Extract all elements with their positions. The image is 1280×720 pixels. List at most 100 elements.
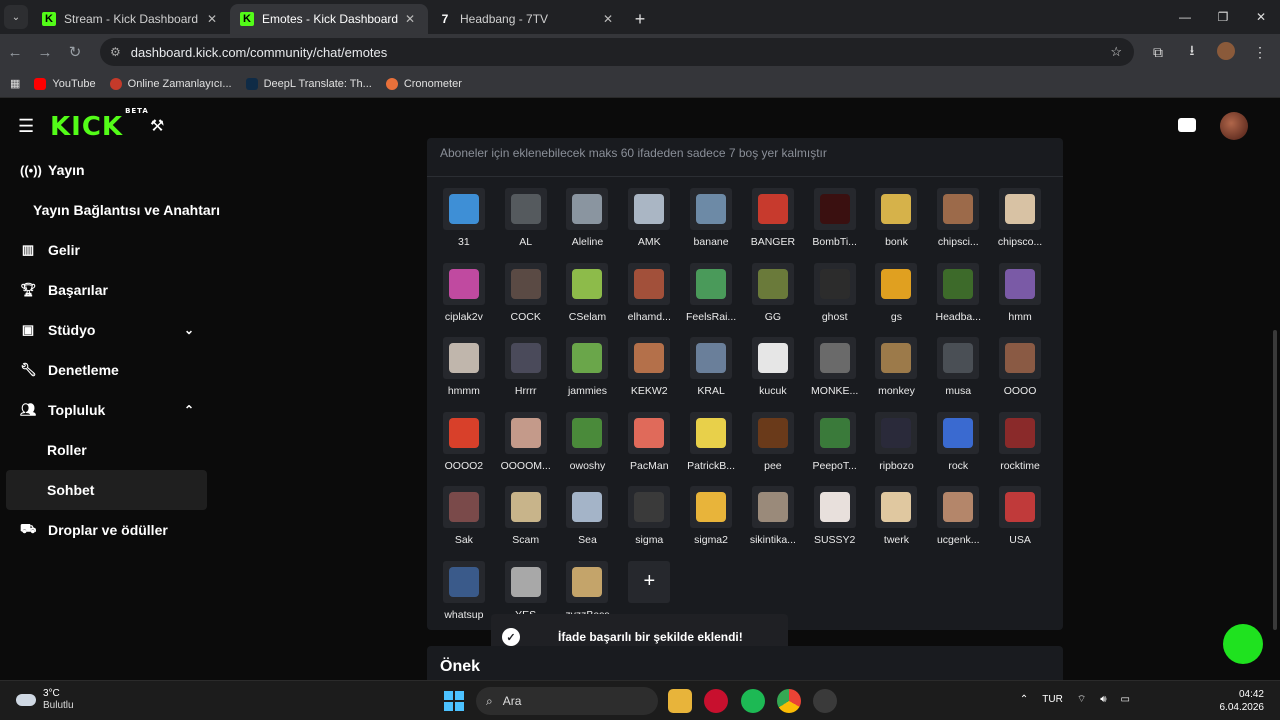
emote-item[interactable]: KEKW2 bbox=[618, 337, 680, 411]
windows-start-icon[interactable] bbox=[444, 691, 464, 711]
language-indicator[interactable]: TUR bbox=[1042, 694, 1063, 705]
profile-icon[interactable] bbox=[1214, 41, 1238, 63]
bookmark-star-icon[interactable]: ☆ bbox=[1110, 44, 1122, 60]
hamburger-menu-icon[interactable]: ☰ bbox=[18, 116, 34, 137]
reload-icon[interactable]: ↻ bbox=[60, 43, 90, 61]
emote-item[interactable]: SUSSY2 bbox=[804, 486, 866, 560]
emote-item[interactable]: OOOO2 bbox=[433, 411, 495, 486]
kick-logo[interactable]: KICKBETA bbox=[50, 107, 149, 142]
emote-item[interactable]: PacMan bbox=[618, 411, 680, 486]
scrollbar[interactable] bbox=[1273, 330, 1277, 630]
emote-item[interactable]: GG bbox=[742, 262, 804, 337]
sidebar-item-sohbet[interactable]: Sohbet bbox=[6, 470, 207, 510]
emote-item[interactable]: sigma bbox=[618, 486, 680, 560]
new-tab-button[interactable]: + bbox=[626, 4, 654, 34]
emote-item[interactable]: jammies bbox=[557, 337, 619, 411]
sidebar-item-droplar[interactable]: ⛟ Droplar ve ödüller bbox=[0, 510, 220, 550]
emote-item[interactable]: Sak bbox=[433, 486, 495, 560]
emote-item[interactable]: sikintika... bbox=[742, 486, 804, 560]
emote-item[interactable]: musa bbox=[927, 337, 989, 411]
emote-item[interactable]: BombTi... bbox=[804, 188, 866, 262]
menu-icon[interactable]: ⋮ bbox=[1248, 44, 1272, 61]
emote-item[interactable]: ciplak2v bbox=[433, 262, 495, 337]
emote-item[interactable]: CSelam bbox=[557, 262, 619, 337]
clock[interactable]: 04:42 6.04.2026 bbox=[1220, 688, 1265, 714]
file-explorer-icon[interactable] bbox=[668, 689, 692, 713]
emote-item[interactable]: KRAL bbox=[680, 337, 742, 411]
emote-item[interactable]: hmmm bbox=[433, 337, 495, 411]
user-avatar[interactable] bbox=[1220, 112, 1248, 140]
emote-item[interactable]: Headba... bbox=[927, 262, 989, 337]
emote-item[interactable]: 31 bbox=[433, 188, 495, 262]
chrome-icon[interactable] bbox=[777, 689, 801, 713]
emote-item[interactable]: pee bbox=[742, 411, 804, 486]
weather-widget[interactable]: 3°C Bulutlu bbox=[16, 688, 74, 712]
forward-icon[interactable]: → bbox=[30, 44, 60, 61]
sidebar-item-basarilar[interactable]: 🏆︎ Başarılar bbox=[0, 270, 220, 310]
emote-item[interactable]: OOOOM... bbox=[495, 411, 557, 486]
taskbar-search[interactable]: ⌕ Ara bbox=[476, 687, 658, 715]
extensions-icon[interactable]: ⧉ bbox=[1146, 44, 1170, 61]
emote-item[interactable]: rocktime bbox=[989, 411, 1051, 486]
emote-item[interactable]: COCK bbox=[495, 262, 557, 337]
emote-item[interactable]: banane bbox=[680, 188, 742, 262]
sidebar-item-roller[interactable]: Roller bbox=[0, 430, 220, 470]
bookmark-timer[interactable]: Online Zamanlayıcı... bbox=[109, 77, 232, 90]
apps-icon[interactable]: ▦ bbox=[10, 77, 20, 90]
emote-item[interactable]: ripbozo bbox=[866, 411, 928, 486]
minimize-icon[interactable]: — bbox=[1166, 0, 1204, 34]
emote-item[interactable]: bonk bbox=[866, 188, 928, 262]
emote-item[interactable]: hmm bbox=[989, 262, 1051, 337]
emote-item[interactable]: AMK bbox=[618, 188, 680, 262]
volume-icon[interactable]: 🔊︎ bbox=[1100, 694, 1106, 705]
site-info-icon[interactable]: ⚙ bbox=[110, 45, 121, 59]
emote-item[interactable]: PatrickB... bbox=[680, 411, 742, 486]
emote-item[interactable]: monkey bbox=[866, 337, 928, 411]
tab-stream[interactable]: K Stream - Kick Dashboard ✕ bbox=[32, 4, 230, 34]
sidebar-item-studyo[interactable]: ▣ Stüdyo ⌄ bbox=[0, 310, 220, 350]
emote-item[interactable]: whatsup bbox=[433, 560, 495, 635]
emote-item[interactable]: ghost bbox=[804, 262, 866, 337]
tab-headbang[interactable]: 7 Headbang - 7TV ✕ bbox=[428, 4, 626, 34]
maximize-icon[interactable]: ❐ bbox=[1204, 0, 1242, 34]
close-tab-icon[interactable]: ✕ bbox=[402, 12, 418, 26]
emote-item[interactable]: FeelsRai... bbox=[680, 262, 742, 337]
back-icon[interactable]: ← bbox=[0, 44, 30, 61]
emote-item[interactable]: gs bbox=[866, 262, 928, 337]
url-input[interactable]: ⚙ dashboard.kick.com/community/chat/emot… bbox=[100, 38, 1134, 66]
emote-item[interactable]: Sea bbox=[557, 486, 619, 560]
sidebar-item-gelir[interactable]: ▥ Gelir bbox=[0, 230, 220, 270]
emote-item[interactable]: chipsco... bbox=[989, 188, 1051, 262]
emote-item[interactable]: OOOO bbox=[989, 337, 1051, 411]
emote-item[interactable]: chipsci... bbox=[927, 188, 989, 262]
emote-item[interactable]: Hrrrr bbox=[495, 337, 557, 411]
emote-item[interactable]: elhamd... bbox=[618, 262, 680, 337]
emote-item[interactable]: kucuk bbox=[742, 337, 804, 411]
emote-item[interactable]: owoshy bbox=[557, 411, 619, 486]
download-icon[interactable]: ⭳ bbox=[1180, 40, 1204, 64]
emote-item[interactable]: ucgenk... bbox=[927, 486, 989, 560]
bookmark-cronometer[interactable]: Cronometer bbox=[385, 77, 462, 90]
close-tab-icon[interactable]: ✕ bbox=[600, 12, 616, 26]
obs-icon[interactable] bbox=[813, 689, 837, 713]
emote-item[interactable]: PeepoT... bbox=[804, 411, 866, 486]
spotify-icon[interactable] bbox=[741, 689, 765, 713]
sidebar-item-denetleme[interactable]: 🔧︎ Denetleme bbox=[0, 350, 220, 390]
emote-item[interactable]: sigma2 bbox=[680, 486, 742, 560]
battery-icon[interactable]: ▭ bbox=[1121, 694, 1130, 705]
emote-item[interactable]: AL bbox=[495, 188, 557, 262]
tab-emotes[interactable]: K Emotes - Kick Dashboard ✕ bbox=[230, 4, 428, 34]
floating-action-button[interactable] bbox=[1223, 624, 1263, 664]
hammer-icon[interactable]: ⚒ bbox=[150, 116, 164, 136]
sidebar-item-topluluk[interactable]: 👥︎ Topluluk ⌃ bbox=[0, 390, 220, 430]
bookmark-youtube[interactable]: YouTube bbox=[34, 77, 96, 90]
sidebar-item-yayin[interactable]: ((•)) Yayın bbox=[0, 150, 220, 190]
emote-item[interactable]: twerk bbox=[866, 486, 928, 560]
emote-item[interactable]: Aleline bbox=[557, 188, 619, 262]
sidebar-item-stream-key[interactable]: Yayın Bağlantısı ve Anahtarı bbox=[0, 190, 220, 230]
close-tab-icon[interactable]: ✕ bbox=[204, 12, 220, 26]
bookmark-deepl[interactable]: DeepL Translate: Th... bbox=[245, 77, 372, 90]
close-window-icon[interactable]: ✕ bbox=[1242, 0, 1280, 34]
tab-search-button[interactable]: ⌄ bbox=[4, 5, 28, 29]
emote-item[interactable]: USA bbox=[989, 486, 1051, 560]
